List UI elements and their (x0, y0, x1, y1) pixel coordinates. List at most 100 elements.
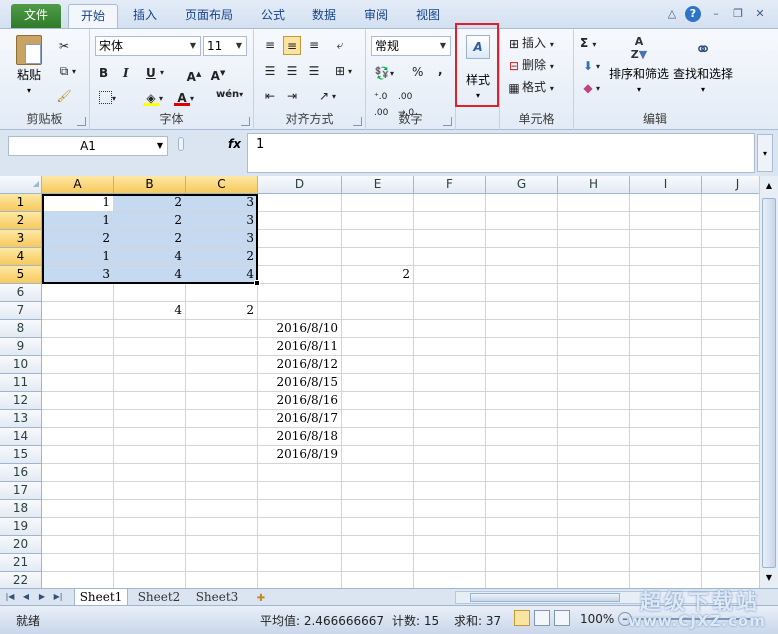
column-header-d[interactable]: D (258, 176, 342, 194)
cell-a10[interactable] (42, 356, 114, 374)
cell-i20[interactable] (630, 536, 702, 554)
cell-a18[interactable] (42, 500, 114, 518)
cell-e1[interactable] (342, 194, 414, 212)
cell-e12[interactable] (342, 392, 414, 410)
cell-e3[interactable] (342, 230, 414, 248)
cell-d12[interactable]: 2016/8/16 (258, 392, 342, 410)
cell-e6[interactable] (342, 284, 414, 302)
insert-function-button[interactable]: fx (228, 137, 241, 151)
row-header-15[interactable]: 15 (0, 446, 42, 464)
cell-b19[interactable] (114, 518, 186, 536)
cell-e2[interactable] (342, 212, 414, 230)
cell-c21[interactable] (186, 554, 258, 572)
row-header-5[interactable]: 5 (0, 266, 42, 284)
cell-g9[interactable] (486, 338, 558, 356)
clipboard-dialog-launcher[interactable] (77, 117, 86, 126)
cell-i9[interactable] (630, 338, 702, 356)
merge-center-button[interactable]: ⊞ ▾ (332, 62, 352, 80)
cell-g5[interactable] (486, 266, 558, 284)
cell-f10[interactable] (414, 356, 486, 374)
cell-c20[interactable] (186, 536, 258, 554)
page-break-view-icon[interactable] (554, 610, 570, 626)
cell-c10[interactable] (186, 356, 258, 374)
zoom-slider[interactable] (636, 618, 756, 620)
cell-f4[interactable] (414, 248, 486, 266)
cell-d4[interactable] (258, 248, 342, 266)
cell-a15[interactable] (42, 446, 114, 464)
grow-font-button[interactable]: A▲ (186, 65, 202, 84)
column-header-b[interactable]: B (114, 176, 186, 194)
cell-h12[interactable] (558, 392, 630, 410)
row-header-10[interactable]: 10 (0, 356, 42, 374)
cell-e14[interactable] (342, 428, 414, 446)
cell-g16[interactable] (486, 464, 558, 482)
horizontal-scrollbar[interactable] (455, 591, 755, 604)
cell-h19[interactable] (558, 518, 630, 536)
cell-e19[interactable] (342, 518, 414, 536)
phonetic-button[interactable]: wén▾ (216, 87, 243, 103)
cell-d2[interactable] (258, 212, 342, 230)
align-center-button[interactable]: ☰ (284, 62, 300, 79)
cell-f12[interactable] (414, 392, 486, 410)
next-sheet-icon[interactable]: ▶ (36, 590, 48, 604)
number-dialog-launcher[interactable] (443, 117, 452, 126)
close-window-icon[interactable]: ✕ (752, 6, 768, 22)
cell-h2[interactable] (558, 212, 630, 230)
cell-g12[interactable] (486, 392, 558, 410)
cell-i8[interactable] (630, 320, 702, 338)
font-dialog-launcher[interactable] (241, 117, 250, 126)
cell-c17[interactable] (186, 482, 258, 500)
cell-a8[interactable] (42, 320, 114, 338)
cell-c4[interactable]: 2 (186, 248, 258, 266)
cell-c11[interactable] (186, 374, 258, 392)
cell-c8[interactable] (186, 320, 258, 338)
cell-g20[interactable] (486, 536, 558, 554)
cell-i22[interactable] (630, 572, 702, 588)
cell-b8[interactable] (114, 320, 186, 338)
cell-h6[interactable] (558, 284, 630, 302)
cell-d15[interactable]: 2016/8/19 (258, 446, 342, 464)
row-header-21[interactable]: 21 (0, 554, 42, 572)
cell-f5[interactable] (414, 266, 486, 284)
cell-h15[interactable] (558, 446, 630, 464)
cell-h16[interactable] (558, 464, 630, 482)
cell-g19[interactable] (486, 518, 558, 536)
cell-b2[interactable]: 2 (114, 212, 186, 230)
cell-i3[interactable] (630, 230, 702, 248)
cell-h10[interactable] (558, 356, 630, 374)
minimize-window-icon[interactable]: – (708, 6, 724, 22)
cell-i14[interactable] (630, 428, 702, 446)
cell-c14[interactable] (186, 428, 258, 446)
cell-i6[interactable] (630, 284, 702, 302)
tab-file[interactable]: 文件 (11, 4, 61, 29)
cell-a13[interactable] (42, 410, 114, 428)
cell-a7[interactable] (42, 302, 114, 320)
cell-a21[interactable] (42, 554, 114, 572)
cell-a22[interactable] (42, 572, 114, 588)
cell-e13[interactable] (342, 410, 414, 428)
row-header-7[interactable]: 7 (0, 302, 42, 320)
cell-a14[interactable] (42, 428, 114, 446)
cut-button[interactable]: ✂ (56, 37, 72, 54)
tab-view[interactable]: 视图 (407, 4, 449, 29)
orientation-button[interactable]: ⤶ (332, 36, 348, 53)
cell-h18[interactable] (558, 500, 630, 518)
worksheet-grid[interactable]: ◢ ABCDEFGHIJ 1 2 3 4 5 6 7 8 9 10 11 12 13 14 15 16 17 18… (0, 176, 778, 588)
row-header-6[interactable]: 6 (0, 284, 42, 302)
vertical-scrollbar[interactable]: ▲ ▼ (759, 176, 778, 588)
cell-e11[interactable] (342, 374, 414, 392)
fill-handle[interactable] (254, 280, 260, 286)
cell-a12[interactable] (42, 392, 114, 410)
cell-i4[interactable] (630, 248, 702, 266)
underline-button[interactable]: U (146, 65, 156, 81)
bold-button[interactable]: B (99, 65, 108, 81)
cell-d7[interactable] (258, 302, 342, 320)
prev-sheet-icon[interactable]: ◀ (20, 590, 32, 604)
decrease-indent-button[interactable]: ⇤ (262, 87, 278, 104)
cell-d1[interactable] (258, 194, 342, 212)
cell-a1[interactable]: 1 (42, 194, 114, 212)
formula-bar-divider[interactable] (178, 137, 184, 151)
cell-e4[interactable] (342, 248, 414, 266)
cell-h1[interactable] (558, 194, 630, 212)
row-header-22[interactable]: 22 (0, 572, 42, 588)
